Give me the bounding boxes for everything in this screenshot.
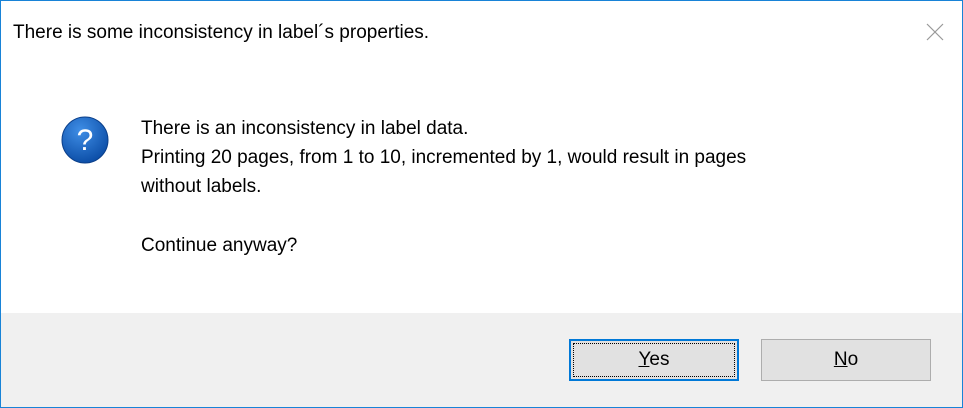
svg-text:?: ? (77, 124, 94, 157)
yes-button[interactable]: Yes (569, 339, 739, 381)
message-prompt: Continue anyway? (141, 235, 298, 256)
dialog-content: ? There is an inconsistency in label dat… (1, 63, 962, 313)
question-icon: ? (61, 116, 109, 164)
button-bar: Yes No (1, 313, 962, 407)
close-icon (926, 23, 944, 41)
message-line: without labels. (141, 176, 262, 197)
title-bar: There is some inconsistency in label´s p… (1, 1, 962, 63)
focus-rectangle (573, 343, 735, 377)
message-line: There is an inconsistency in label data. (141, 118, 469, 139)
no-label: o (847, 349, 859, 370)
close-button[interactable] (906, 1, 962, 63)
no-button[interactable]: No (761, 339, 931, 381)
window-title: There is some inconsistency in label´s p… (13, 22, 430, 43)
message-dialog: There is some inconsistency in label´s p… (0, 0, 963, 408)
no-accelerator: N (833, 349, 848, 370)
message-line: Printing 20 pages, from 1 to 10, increme… (141, 147, 747, 168)
message-spacer (141, 201, 931, 231)
message-text: There is an inconsistency in label data.… (141, 114, 931, 260)
